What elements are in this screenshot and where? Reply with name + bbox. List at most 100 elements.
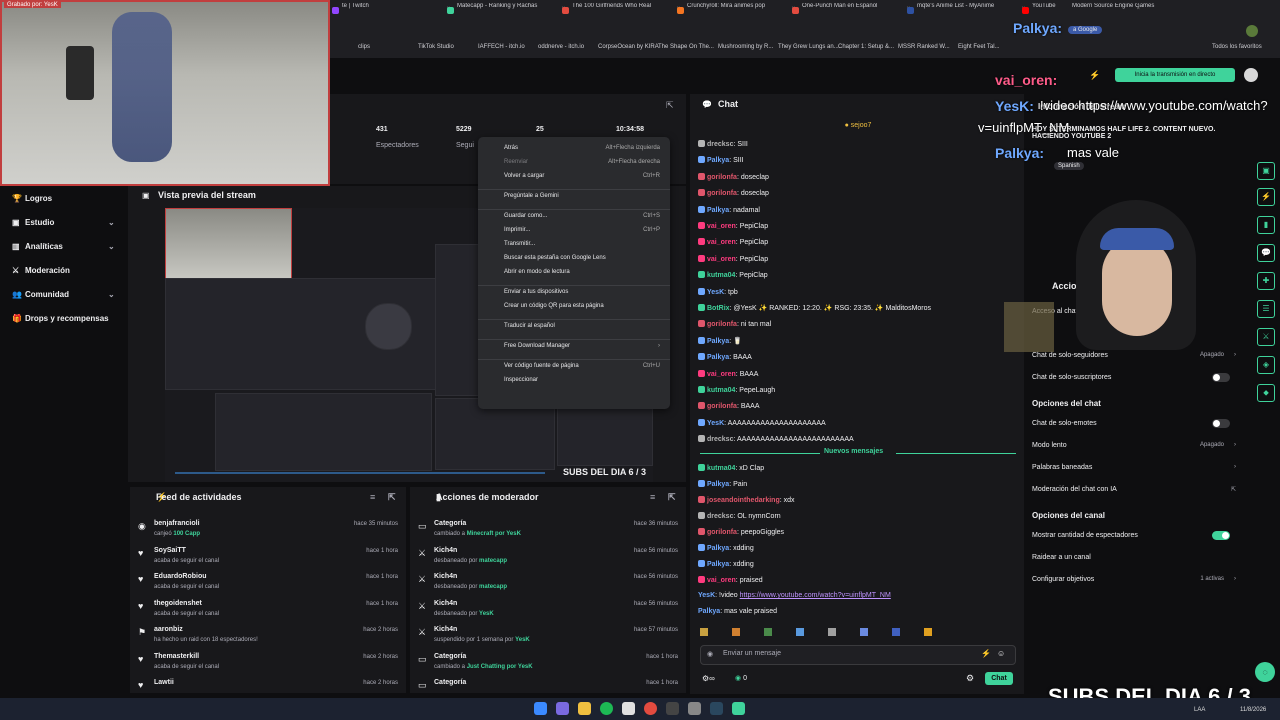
steam-icon[interactable]	[710, 702, 723, 715]
emote-picker-icon[interactable]: ☺	[997, 649, 1005, 658]
feed-row[interactable]: ♥ SoySaiTT acaba de seguir el canal hace 1 …	[130, 544, 406, 570]
rail-button[interactable]: ⬥	[1257, 384, 1275, 402]
chat-message[interactable]: gorilonfa: ni tan mal	[698, 320, 771, 328]
rail-button[interactable]: ◈	[1257, 356, 1275, 374]
chevron-right-icon[interactable]: ⇱	[1231, 486, 1236, 493]
nav-item-analiticas[interactable]: ▥ Analíticas ⌄	[12, 242, 115, 251]
setting-label[interactable]: Moderación del chat con IA	[1032, 486, 1117, 493]
chat-message[interactable]: vai_oren: praised	[698, 576, 763, 584]
chat-message[interactable]: YesK: AAAAAAAAAAAAAAAAAAAAA	[698, 418, 826, 427]
rail-button[interactable]: ▮	[1257, 216, 1275, 234]
mod-row[interactable]: ▭ Categoría cambiado a Just Chatting por Y…	[410, 650, 686, 676]
start-icon[interactable]	[534, 702, 547, 715]
chat-username[interactable]: Palkya	[707, 338, 729, 345]
folder-icon[interactable]	[578, 702, 591, 715]
setting-label[interactable]: Mostrar cantidad de espectadores	[1032, 532, 1138, 539]
chat-username[interactable]: drecksc	[707, 141, 733, 148]
feed-row[interactable]: ◉ benjafrancioli canjeó 100 Capp hace 35 mi…	[130, 517, 406, 543]
rail-button[interactable]: ⚡	[1257, 188, 1275, 206]
emote-icon[interactable]	[892, 628, 900, 636]
chat-message[interactable]: kutma04: xD Clap	[698, 464, 764, 472]
app-icon[interactable]	[556, 702, 569, 715]
chat-username[interactable]: gorilonfa	[707, 529, 737, 536]
chat-username[interactable]: vai_oren	[707, 371, 736, 378]
nav-item-drops[interactable]: 🎁 Drops y recompensas	[12, 314, 109, 323]
chat-username[interactable]: BotRix	[707, 305, 730, 312]
rail-button[interactable]: ☰	[1257, 300, 1275, 318]
browser-tab[interactable]: te | Twitch×	[330, 3, 452, 19]
chat-message[interactable]: Palkya: 🥛	[698, 336, 742, 345]
chat-message[interactable]: gorilonfa: doseclap	[698, 172, 769, 181]
chat-message[interactable]: vai_oren: PepiClap	[698, 238, 768, 246]
context-menu-item[interactable]: Enviar a tus dispositivos	[504, 289, 568, 295]
chevron-right-icon[interactable]: ›	[1234, 576, 1236, 582]
feed-row[interactable]: ♥ Themasterkill acaba de seguir el canal ha…	[130, 650, 406, 676]
browser-tab[interactable]: Crunchyroll: Mira animes pop×	[675, 3, 797, 19]
chat-username[interactable]: gorilonfa	[707, 403, 737, 410]
chat-link[interactable]: https://www.youtube.com/watch?v=uinflpMT…	[740, 592, 891, 599]
chat-message[interactable]: kutma04: PepiClap	[698, 271, 768, 279]
feed-row[interactable]: ♥ EduardoRobiou acaba de seguir el canal ha…	[130, 570, 406, 596]
lightning-icon[interactable]: ⚡	[981, 649, 991, 658]
bookmark-item[interactable]: oddnerve - itch.io	[538, 44, 584, 50]
nav-item-moderacion[interactable]: ⚔ Moderación	[12, 266, 70, 275]
filter-icon[interactable]: ≡	[370, 492, 375, 502]
chat-username[interactable]: YesK	[698, 592, 715, 599]
chat-message[interactable]: kutma04: PepeLaugh	[698, 386, 775, 394]
all-bookmarks[interactable]: Todos los favoritos	[1212, 44, 1262, 50]
context-menu-item[interactable]: Atrás	[504, 145, 518, 151]
spotify-icon[interactable]	[600, 702, 613, 715]
context-menu-item[interactable]: Crear un código QR para esta página	[504, 303, 604, 309]
chat-message[interactable]: vai_oren: BAAA	[698, 369, 758, 378]
mod-row[interactable]: ⚔ Kich4n desbaneado por matecapp hace 56 mi…	[410, 544, 686, 570]
bookmark-item[interactable]: TikTok Studio	[418, 44, 454, 50]
emote-icon[interactable]	[860, 628, 868, 636]
feed-row[interactable]: ♥ thegoidenshet acaba de seguir el canal ha…	[130, 597, 406, 623]
bookmark-item[interactable]: MSSR Ranked W...	[898, 44, 950, 50]
chat-username[interactable]: Palkya	[707, 207, 729, 214]
rail-button[interactable]: ⚔	[1257, 328, 1275, 346]
chat-username[interactable]: Palkya	[707, 545, 729, 552]
chat-message[interactable]: vai_oren: PepiClap	[698, 254, 768, 263]
chat-username[interactable]: gorilonfa	[707, 321, 737, 328]
chat-message[interactable]: drecksc: SIII	[698, 140, 748, 148]
chat-message[interactable]: joseandointhedarking: xdx	[698, 496, 795, 504]
app-icon[interactable]	[666, 702, 679, 715]
mod-row[interactable]: ⚔ Kich4n suspendido por 1 semana por YesK h…	[410, 623, 686, 649]
google-translate-chip[interactable]: a Google	[1068, 26, 1103, 34]
chat-message[interactable]: YesK: tpb	[698, 287, 738, 296]
app-icon[interactable]	[732, 702, 745, 715]
setting-label[interactable]: Palabras baneadas	[1032, 464, 1092, 471]
browser-tab[interactable]: Matecapp - Ranking y Rachas×	[445, 3, 567, 19]
chat-username[interactable]: vai_oren	[707, 577, 736, 584]
popout-icon[interactable]: ⇱	[388, 492, 396, 503]
chat-username[interactable]: Palkya	[707, 481, 729, 488]
chat-input[interactable]: ◉ Enviar un mensaje ⚡ ☺	[700, 645, 1016, 665]
chat-username[interactable]: vai_oren	[707, 239, 736, 246]
chat-message[interactable]: Palkya: mas vale praised	[698, 608, 777, 615]
chat-username[interactable]: vai_oren	[707, 223, 736, 230]
context-menu-item[interactable]: Traducir al español	[504, 323, 555, 329]
context-menu-item[interactable]: Free Download Manager	[504, 343, 570, 349]
nav-item-comunidad[interactable]: 👥 Comunidad ⌄	[12, 290, 115, 299]
live-mode-icon[interactable]: ⚡	[1089, 70, 1100, 81]
chat-message[interactable]: Palkya: SIII	[698, 156, 744, 164]
bookmark-item[interactable]: IAFFECH - itch.io	[478, 44, 525, 50]
chat-username[interactable]: YesK	[707, 289, 724, 296]
chat-username[interactable]: Palkya	[707, 157, 729, 164]
app-icon[interactable]	[622, 702, 635, 715]
browser-tab[interactable]: mqte's Anime List - MyAnime×	[905, 3, 1027, 19]
popout-icon[interactable]: ⇱	[668, 492, 676, 503]
nav-item-estudio[interactable]: ▣ Estudio ⌄	[12, 218, 115, 227]
chat-message[interactable]: Palkya: nadamal	[698, 205, 760, 214]
chat-message[interactable]: gorilonfa: peepoGiggles	[698, 528, 784, 536]
chat-username[interactable]: kutma04	[707, 272, 735, 279]
chevron-right-icon[interactable]: ›	[1234, 464, 1236, 470]
context-menu-item[interactable]: Inspeccionar	[504, 377, 538, 383]
chat-message[interactable]: drecksc: AAAAAAAAAAAAAAAAAAAAAAAAA	[698, 435, 854, 443]
chat-username[interactable]: drecksc	[707, 436, 733, 443]
browser-tab[interactable]: One-Punch Man en Español×	[790, 3, 912, 19]
chat-username[interactable]: vai_oren	[707, 256, 736, 263]
context-menu-item[interactable]: Ver código fuente de página	[504, 363, 579, 369]
user-avatar[interactable]	[1244, 68, 1258, 82]
